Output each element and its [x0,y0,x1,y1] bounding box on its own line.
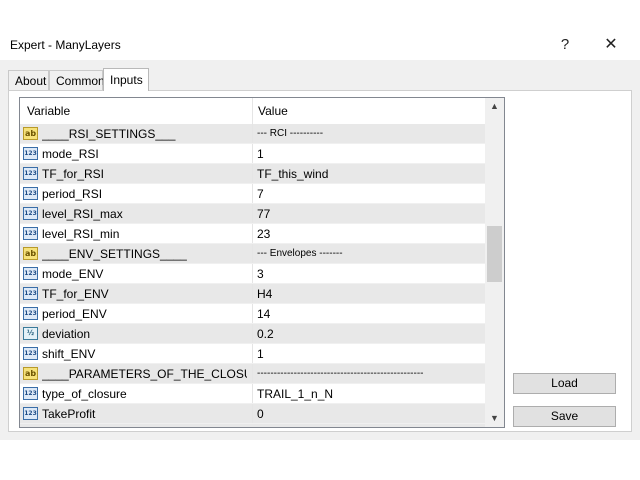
table-row[interactable]: ½ deviation 0.2 [20,324,485,344]
value-cell[interactable]: H4 [257,284,482,304]
table-row[interactable]: 123 type_of_closure TRAIL_1_n_N [20,384,485,404]
variable-name: mode_RSI [42,147,99,161]
table-row[interactable]: 123 mode_ENV 3 [20,264,485,284]
table-row[interactable]: 123 TF_for_RSI TF_this_wind [20,164,485,184]
value-cell[interactable]: --- Envelopes ------- [257,244,482,264]
value-cell[interactable]: 1 [257,344,482,364]
cell-divider [252,224,253,244]
integer-type-icon: 123 [23,387,38,400]
scrollbar-thumb[interactable] [487,226,502,282]
table-row[interactable]: ab ____RSI_SETTINGS___ --- RCI ---------- [20,124,485,144]
integer-type-icon: 123 [23,307,38,320]
help-icon[interactable]: ? [550,34,580,56]
value-cell[interactable]: 7 [257,184,482,204]
cell-divider [252,404,253,424]
table-row[interactable]: 123 shift_ENV 1 [20,344,485,364]
table-row[interactable]: ab ____PARAMETERS_OF_THE_CLOSU... --------… [20,364,485,384]
variable-name: mode_ENV [42,267,104,281]
integer-type-icon: 123 [23,347,38,360]
cell-divider [252,284,253,304]
save-button[interactable]: Save [513,406,616,427]
cell-divider [252,344,253,364]
scroll-down-icon[interactable]: ▼ [485,410,504,427]
variable-name: shift_ENV [42,347,96,361]
cell-divider [252,124,253,144]
cell-divider [252,164,253,184]
table-row[interactable]: 123 TF_for_ENV H4 [20,284,485,304]
string-type-icon: ab [23,367,38,380]
variable-name: period_ENV [42,307,107,321]
value-cell[interactable]: 23 [257,224,482,244]
variable-name: TakeProfit [42,407,96,421]
integer-type-icon: 123 [23,147,38,160]
title-bar: Expert - ManyLayers ? ✕ [0,30,640,60]
integer-type-icon: 123 [23,187,38,200]
cell-divider [252,304,253,324]
integer-type-icon: 123 [23,227,38,240]
value-cell[interactable]: TRAIL_1_n_N [257,384,482,404]
variable-name: deviation [42,327,91,341]
value-cell[interactable]: 0.2 [257,324,482,344]
variable-name: ____RSI_SETTINGS___ [42,127,176,141]
value-cell[interactable]: 77 [257,204,482,224]
integer-type-icon: 123 [23,167,38,180]
integer-type-icon: 123 [23,407,38,420]
table-row-partial [20,424,485,427]
column-header-value[interactable]: Value [258,98,288,124]
cell-divider [252,184,253,204]
value-cell[interactable]: TF_this_wind [257,164,482,184]
table-row[interactable]: 123 level_RSI_min 23 [20,224,485,244]
variable-name: period_RSI [42,187,103,201]
expert-dialog: Expert - ManyLayers ? ✕ About Common Inp… [0,0,640,480]
string-type-icon: ab [23,247,38,260]
grid-header: Variable Value [20,98,485,125]
grid-rows: ab ____RSI_SETTINGS___ --- RCI ---------- 1… [20,124,485,427]
table-row[interactable]: 123 period_RSI 7 [20,184,485,204]
string-type-icon: ab [23,127,38,140]
integer-type-icon: 123 [23,287,38,300]
integer-type-icon: 123 [23,207,38,220]
load-button[interactable]: Load [513,373,616,394]
double-type-icon: ½ [23,327,38,340]
table-row[interactable]: 123 mode_RSI 1 [20,144,485,164]
variable-name: TF_for_RSI [42,167,105,181]
value-cell[interactable]: 14 [257,304,482,324]
scroll-up-icon[interactable]: ▲ [485,98,504,115]
cell-divider [252,324,253,344]
variable-name: level_RSI_max [42,207,123,221]
cell-divider [252,244,253,264]
column-header-variable[interactable]: Variable [27,98,70,124]
value-cell[interactable]: 0 [257,404,482,424]
table-row[interactable]: 123 level_RSI_max 77 [20,204,485,224]
value-cell[interactable]: --- RCI ---------- [257,124,482,144]
table-row[interactable]: 123 TakeProfit 0 [20,404,485,424]
cell-divider [252,144,253,164]
window-title: Expert - ManyLayers [10,38,121,52]
variable-name: ____ENV_SETTINGS____ [42,247,187,261]
table-row[interactable]: ab ____ENV_SETTINGS____ --- Envelopes ----… [20,244,485,264]
tab-common[interactable]: Common [49,70,105,90]
value-cell[interactable]: 3 [257,264,482,284]
variable-name: type_of_closure [42,387,127,401]
vertical-scrollbar[interactable]: ▲ ▼ [485,98,504,427]
value-cell[interactable]: ----------------------------------------… [257,364,482,384]
cell-divider [252,364,253,384]
cell-divider [252,204,253,224]
cell-divider [252,264,253,284]
variable-name: TF_for_ENV [42,287,109,301]
integer-type-icon: 123 [23,267,38,280]
column-divider[interactable] [252,98,253,124]
inputs-grid: Variable Value ab ____RSI_SETTINGS___ --- … [19,97,505,428]
variable-name: level_RSI_min [42,227,120,241]
tab-about[interactable]: About [8,70,49,90]
value-cell[interactable]: 1 [257,144,482,164]
close-icon[interactable]: ✕ [596,34,626,56]
cell-divider [252,384,253,404]
table-row[interactable]: 123 period_ENV 14 [20,304,485,324]
variable-name: ____PARAMETERS_OF_THE_CLOSU... [42,367,247,381]
tab-inputs[interactable]: Inputs [103,68,149,91]
